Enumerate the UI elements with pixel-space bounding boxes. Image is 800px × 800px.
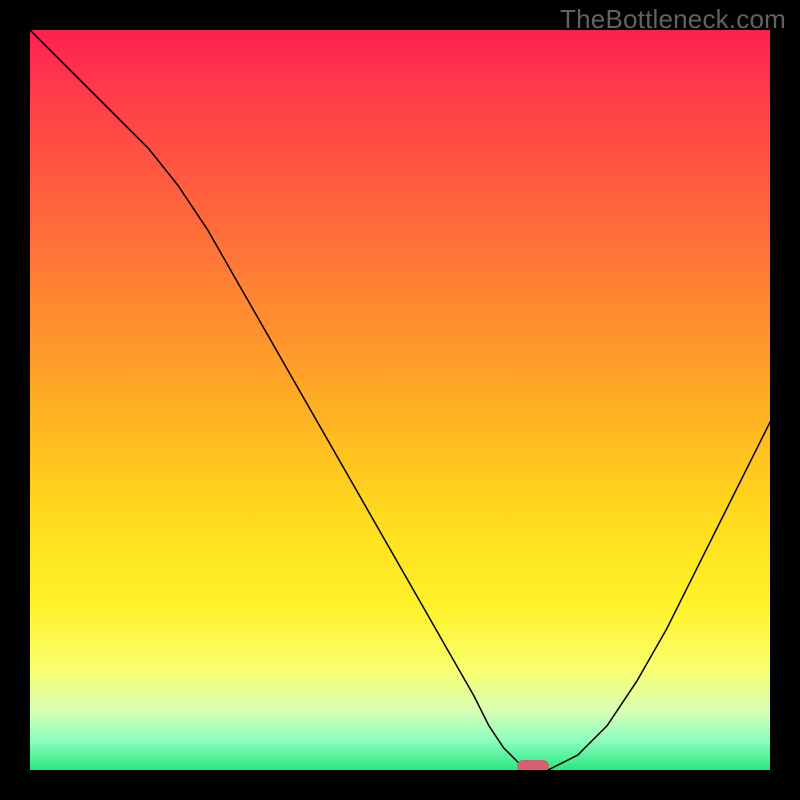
plot-area: [30, 30, 770, 770]
curve-svg: [30, 30, 770, 770]
bottleneck-curve: [30, 30, 770, 770]
optimal-marker: [517, 760, 549, 770]
chart-frame: TheBottleneck.com: [0, 0, 800, 800]
watermark-text: TheBottleneck.com: [560, 4, 786, 35]
